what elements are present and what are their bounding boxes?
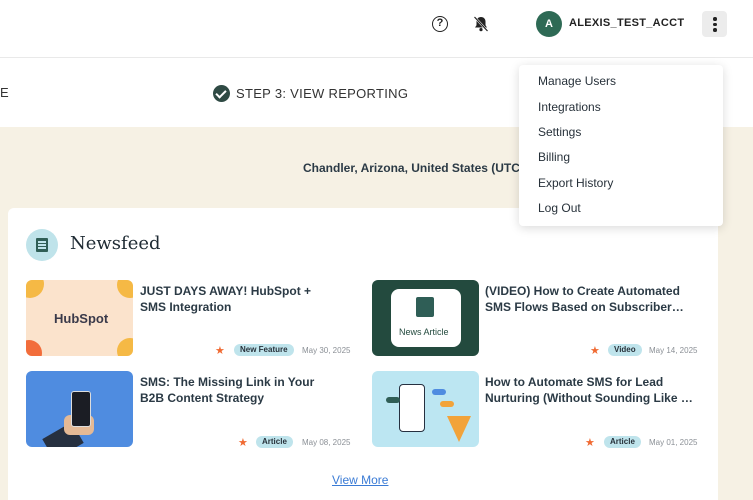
article-date: May 14, 2025 (649, 346, 698, 355)
article-title[interactable]: How to Automate SMS for Lead Nurturing (… (485, 374, 700, 406)
menu-item-manage-users[interactable]: Manage Users (538, 74, 616, 88)
avatar[interactable]: A (536, 11, 562, 37)
bell-off-icon[interactable] (472, 15, 490, 33)
article-thumbnail-phone-hand[interactable] (26, 371, 133, 447)
thumbnail-label: News Article (399, 327, 449, 337)
hubspot-logo: HubSpot (54, 311, 109, 326)
check-circle-icon (213, 84, 230, 102)
menu-item-integrations[interactable]: Integrations (538, 100, 601, 114)
article-tag-badge: Article (604, 436, 641, 448)
article-date: May 01, 2025 (649, 438, 698, 447)
article-title[interactable]: JUST DAYS AWAY! HubSpot + SMS Integratio… (140, 283, 340, 315)
article-tag-badge: Video (608, 344, 642, 356)
account-name[interactable]: ALEXIS_TEST_ACCT (569, 17, 684, 29)
article-thumbnail-funnel[interactable] (372, 371, 479, 447)
view-more-link[interactable]: View More (332, 473, 388, 487)
step-3[interactable]: STEP 3: VIEW REPORTING (213, 84, 408, 102)
more-options-button[interactable] (702, 11, 727, 37)
newsfeed-title: Newsfeed (70, 233, 161, 254)
location-timezone: Chandler, Arizona, United States (UTC (303, 161, 520, 175)
star-icon: ★ (238, 437, 248, 449)
account-dropdown-menu: Manage Users Integrations Settings Billi… (519, 65, 723, 226)
menu-item-settings[interactable]: Settings (538, 125, 581, 139)
star-icon: ★ (590, 345, 600, 357)
article-thumbnail-hubspot[interactable]: HubSpot (26, 280, 133, 356)
article-tag-badge: Article (256, 436, 293, 448)
step-3-label: STEP 3: VIEW REPORTING (236, 85, 409, 101)
article-date: May 30, 2025 (302, 346, 351, 355)
article-title[interactable]: (VIDEO) How to Create Automated SMS Flow… (485, 283, 700, 315)
menu-item-billing[interactable]: Billing (538, 150, 570, 164)
article-thumbnail-news[interactable]: News Article (372, 280, 479, 356)
document-icon (416, 297, 434, 317)
menu-item-log-out[interactable]: Log Out (538, 201, 581, 215)
star-icon: ★ (585, 437, 595, 449)
article-tag-badge: New Feature (234, 344, 294, 356)
article-date: May 08, 2025 (302, 438, 351, 447)
star-icon: ★ (215, 345, 225, 357)
help-circle-icon[interactable]: ? (432, 16, 448, 32)
menu-item-export-history[interactable]: Export History (538, 176, 613, 190)
more-vertical-icon (713, 17, 717, 21)
step-2-label-fragment[interactable]: E (0, 85, 9, 100)
article-title[interactable]: SMS: The Missing Link in Your B2B Conten… (140, 374, 340, 406)
newsfeed-icon (26, 229, 58, 261)
top-bar: ? A ALEXIS_TEST_ACCT (0, 0, 753, 58)
